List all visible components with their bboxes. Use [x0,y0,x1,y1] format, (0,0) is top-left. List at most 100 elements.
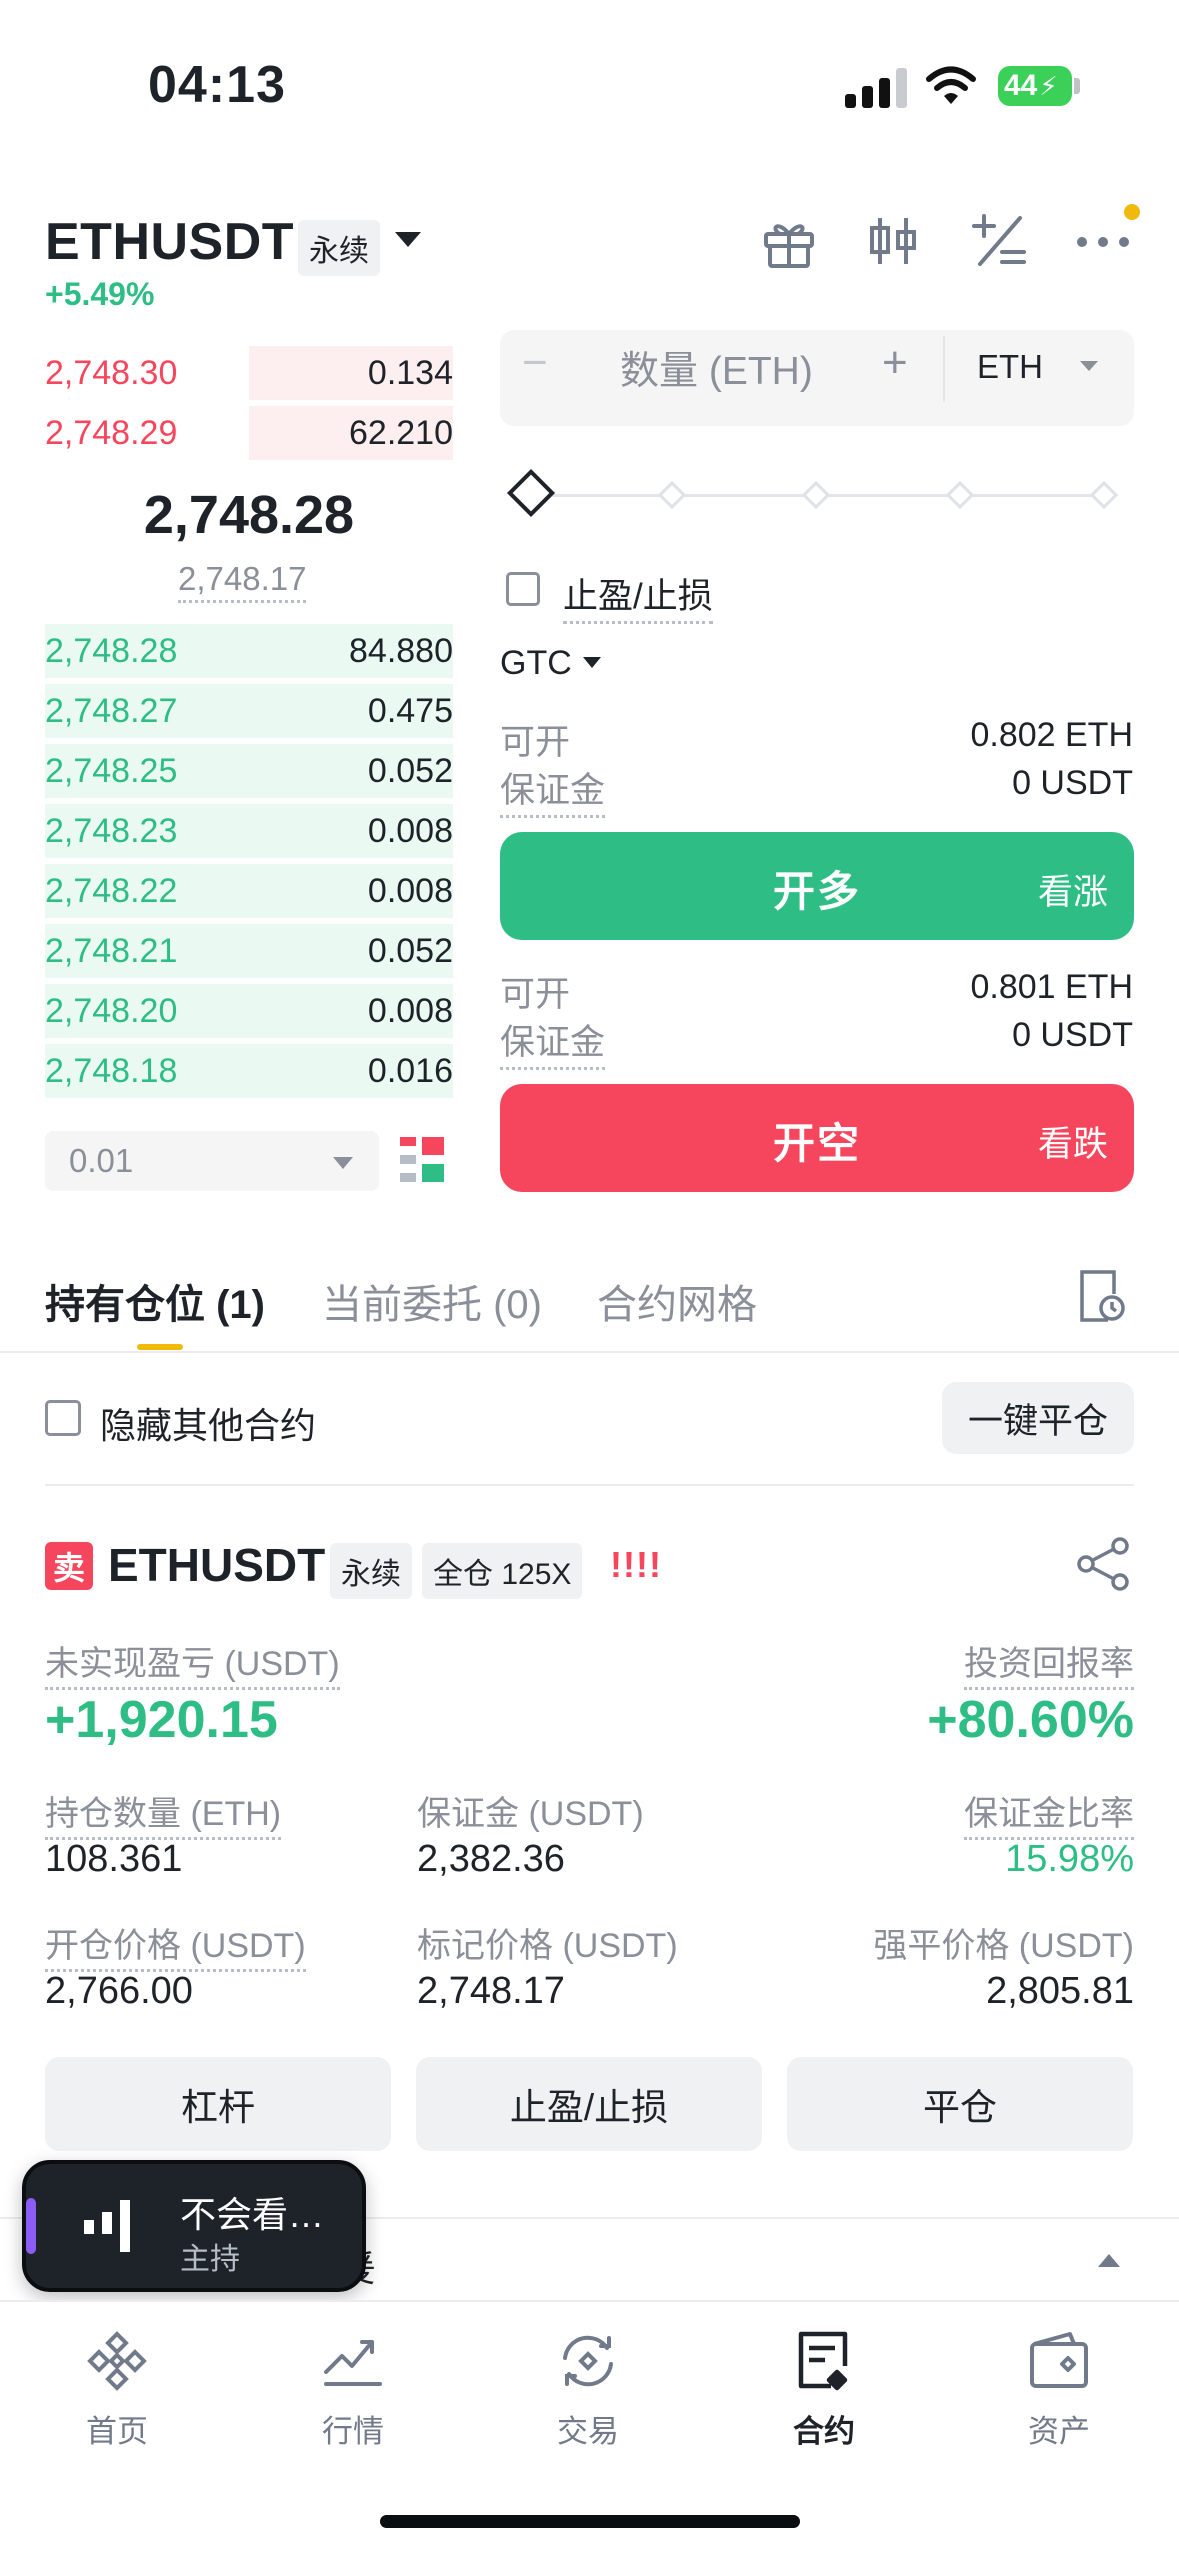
qty-increment-button[interactable]: + [882,338,908,388]
nav-trade[interactable]: 交易 [508,2328,668,2451]
more-icon[interactable] [1074,212,1132,270]
position-size-value: 108.361 [45,1838,183,1880]
tpsl-label[interactable]: 止盈/止损 [563,568,713,624]
ask-qty: 62.210 [349,414,453,452]
bid-price: 2,748.28 [45,632,178,670]
slider-node-50[interactable] [801,480,831,510]
time-in-force-select[interactable]: GTC [500,644,572,683]
caret-down-icon[interactable] [583,657,601,668]
bid-row[interactable]: 2,748.20 0.008 [45,984,453,1038]
symbol-selector[interactable]: ETHUSDT [45,212,294,272]
liq-price-label: 强平价格 (USDT) [873,1927,1134,1965]
close-all-button[interactable]: 一键平仓 [942,1382,1134,1454]
bid-row[interactable]: 2,748.23 0.008 [45,804,453,858]
tpsl-button[interactable]: 止盈/止损 [416,2057,762,2151]
gift-icon[interactable] [760,212,818,270]
last-price[interactable]: 2,748.28 [45,484,453,546]
margin-mode-tag[interactable]: 全仓 125X [422,1543,583,1599]
ask-row[interactable]: 2,748.30 0.134 [45,346,453,400]
side-badge: 卖 [45,1542,93,1590]
tab-grid[interactable]: 合约网格 [597,1272,757,1330]
bid-price: 2,748.20 [45,992,178,1030]
share-icon[interactable] [1076,1536,1132,1592]
bid-row[interactable]: 2,748.28 84.880 [45,624,453,678]
slider-node-100[interactable] [1089,480,1119,510]
order-history-icon[interactable] [1078,1268,1126,1324]
margin-ratio-label[interactable]: 保证金比率 [964,1786,1134,1840]
bid-row[interactable]: 2,748.21 0.052 [45,924,453,978]
margin-value: 2,382.36 [417,1838,565,1880]
mark-price-value: 2,748.17 [417,1970,565,2012]
position-symbol[interactable]: ETHUSDT [108,1538,325,1592]
divider [45,1484,1134,1486]
nav-home[interactable]: 首页 [37,2328,197,2451]
unrealized-pnl-value: +1,920.15 [45,1691,278,1749]
bid-qty: 0.475 [367,692,453,730]
caret-up-icon[interactable] [1098,2254,1120,2267]
contract-type-tag: 永续 [330,1543,412,1599]
open-long-button[interactable]: 开多 看涨 [500,832,1134,940]
caret-down-icon[interactable] [333,1157,353,1169]
nav-futures-label: 合约 [793,2414,855,2449]
position-size-label[interactable]: 持仓数量 (ETH) [45,1786,282,1840]
tab-open-orders[interactable]: 当前委托 (0) [322,1272,542,1330]
hide-other-contracts-label[interactable]: 隐藏其他合约 [100,1397,316,1449]
entry-price-label[interactable]: 开仓价格 (USDT) [45,1918,306,1972]
bid-row[interactable]: 2,748.22 0.008 [45,864,453,918]
audio-bars-icon [84,2200,130,2252]
caret-down-icon[interactable] [395,232,421,247]
caret-down-icon[interactable] [1080,361,1098,371]
long-available-value: 0.802 ETH [970,716,1133,754]
unit-select[interactable]: ETH [977,348,1043,386]
long-margin-label[interactable]: 保证金 [500,762,606,818]
live-subtitle: 主持 [180,2243,240,2276]
short-available-label: 可开 [500,975,571,1014]
ask-price: 2,748.30 [45,354,178,392]
status-time: 04:13 [148,56,286,114]
mark-price-label: 标记价格 (USDT) [417,1927,678,1965]
cellular-signal-icon [845,68,907,108]
tab-positions[interactable]: 持有仓位 (1) [45,1272,265,1330]
home-indicator [380,2515,800,2528]
depth-step-select[interactable]: 0.01 [45,1131,379,1191]
short-margin-label[interactable]: 保证金 [500,1014,606,1070]
nav-futures[interactable]: 合约 [744,2328,904,2451]
nav-assets-label: 资产 [1028,2414,1090,2449]
battery-icon: 44 ⚡ [998,66,1072,106]
bid-qty: 0.008 [367,812,453,850]
unrealized-pnl-label[interactable]: 未实现盈亏 (USDT) [45,1636,340,1690]
leverage-button[interactable]: 杠杆 [45,2057,391,2151]
tpsl-checkbox[interactable] [506,572,540,606]
qty-decrement-button[interactable]: − [522,338,548,388]
slider-node-75[interactable] [945,480,975,510]
bid-row[interactable]: 2,748.27 0.475 [45,684,453,738]
home-logo-icon [87,2331,147,2391]
bid-row[interactable]: 2,748.25 0.052 [45,744,453,798]
close-position-button[interactable]: 平仓 [787,2057,1133,2151]
short-available-value: 0.801 ETH [970,968,1133,1006]
futures-document-icon [798,2331,848,2391]
nav-markets[interactable]: 行情 [273,2328,433,2451]
slider-thumb[interactable] [506,468,556,518]
bid-row[interactable]: 2,748.18 0.016 [45,1044,453,1098]
long-margin-value: 0 USDT [1012,764,1133,802]
nav-assets[interactable]: 资产 [979,2328,1139,2451]
bid-price: 2,748.23 [45,812,178,850]
open-long-sublabel: 看涨 [1037,873,1108,912]
orderbook-layout-icon[interactable] [400,1135,446,1187]
roe-label[interactable]: 投资回报率 [964,1636,1134,1690]
hide-other-contracts-checkbox[interactable] [45,1400,81,1436]
wifi-icon [926,66,976,104]
ask-price: 2,748.29 [45,414,178,452]
quantity-input[interactable]: 数量 (ETH) [620,340,813,396]
bid-price: 2,748.25 [45,752,178,790]
candlestick-icon[interactable] [864,212,922,270]
slider-node-25[interactable] [657,480,687,510]
long-available-label: 可开 [500,723,571,762]
mark-price[interactable]: 2,748.17 [178,560,307,603]
calculator-icon[interactable] [970,212,1028,270]
open-short-button[interactable]: 开空 看跌 [500,1084,1134,1192]
bid-qty: 0.016 [367,1052,453,1090]
ask-row[interactable]: 2,748.29 62.210 [45,406,453,460]
risk-indicator: !!!! [610,1544,662,1585]
